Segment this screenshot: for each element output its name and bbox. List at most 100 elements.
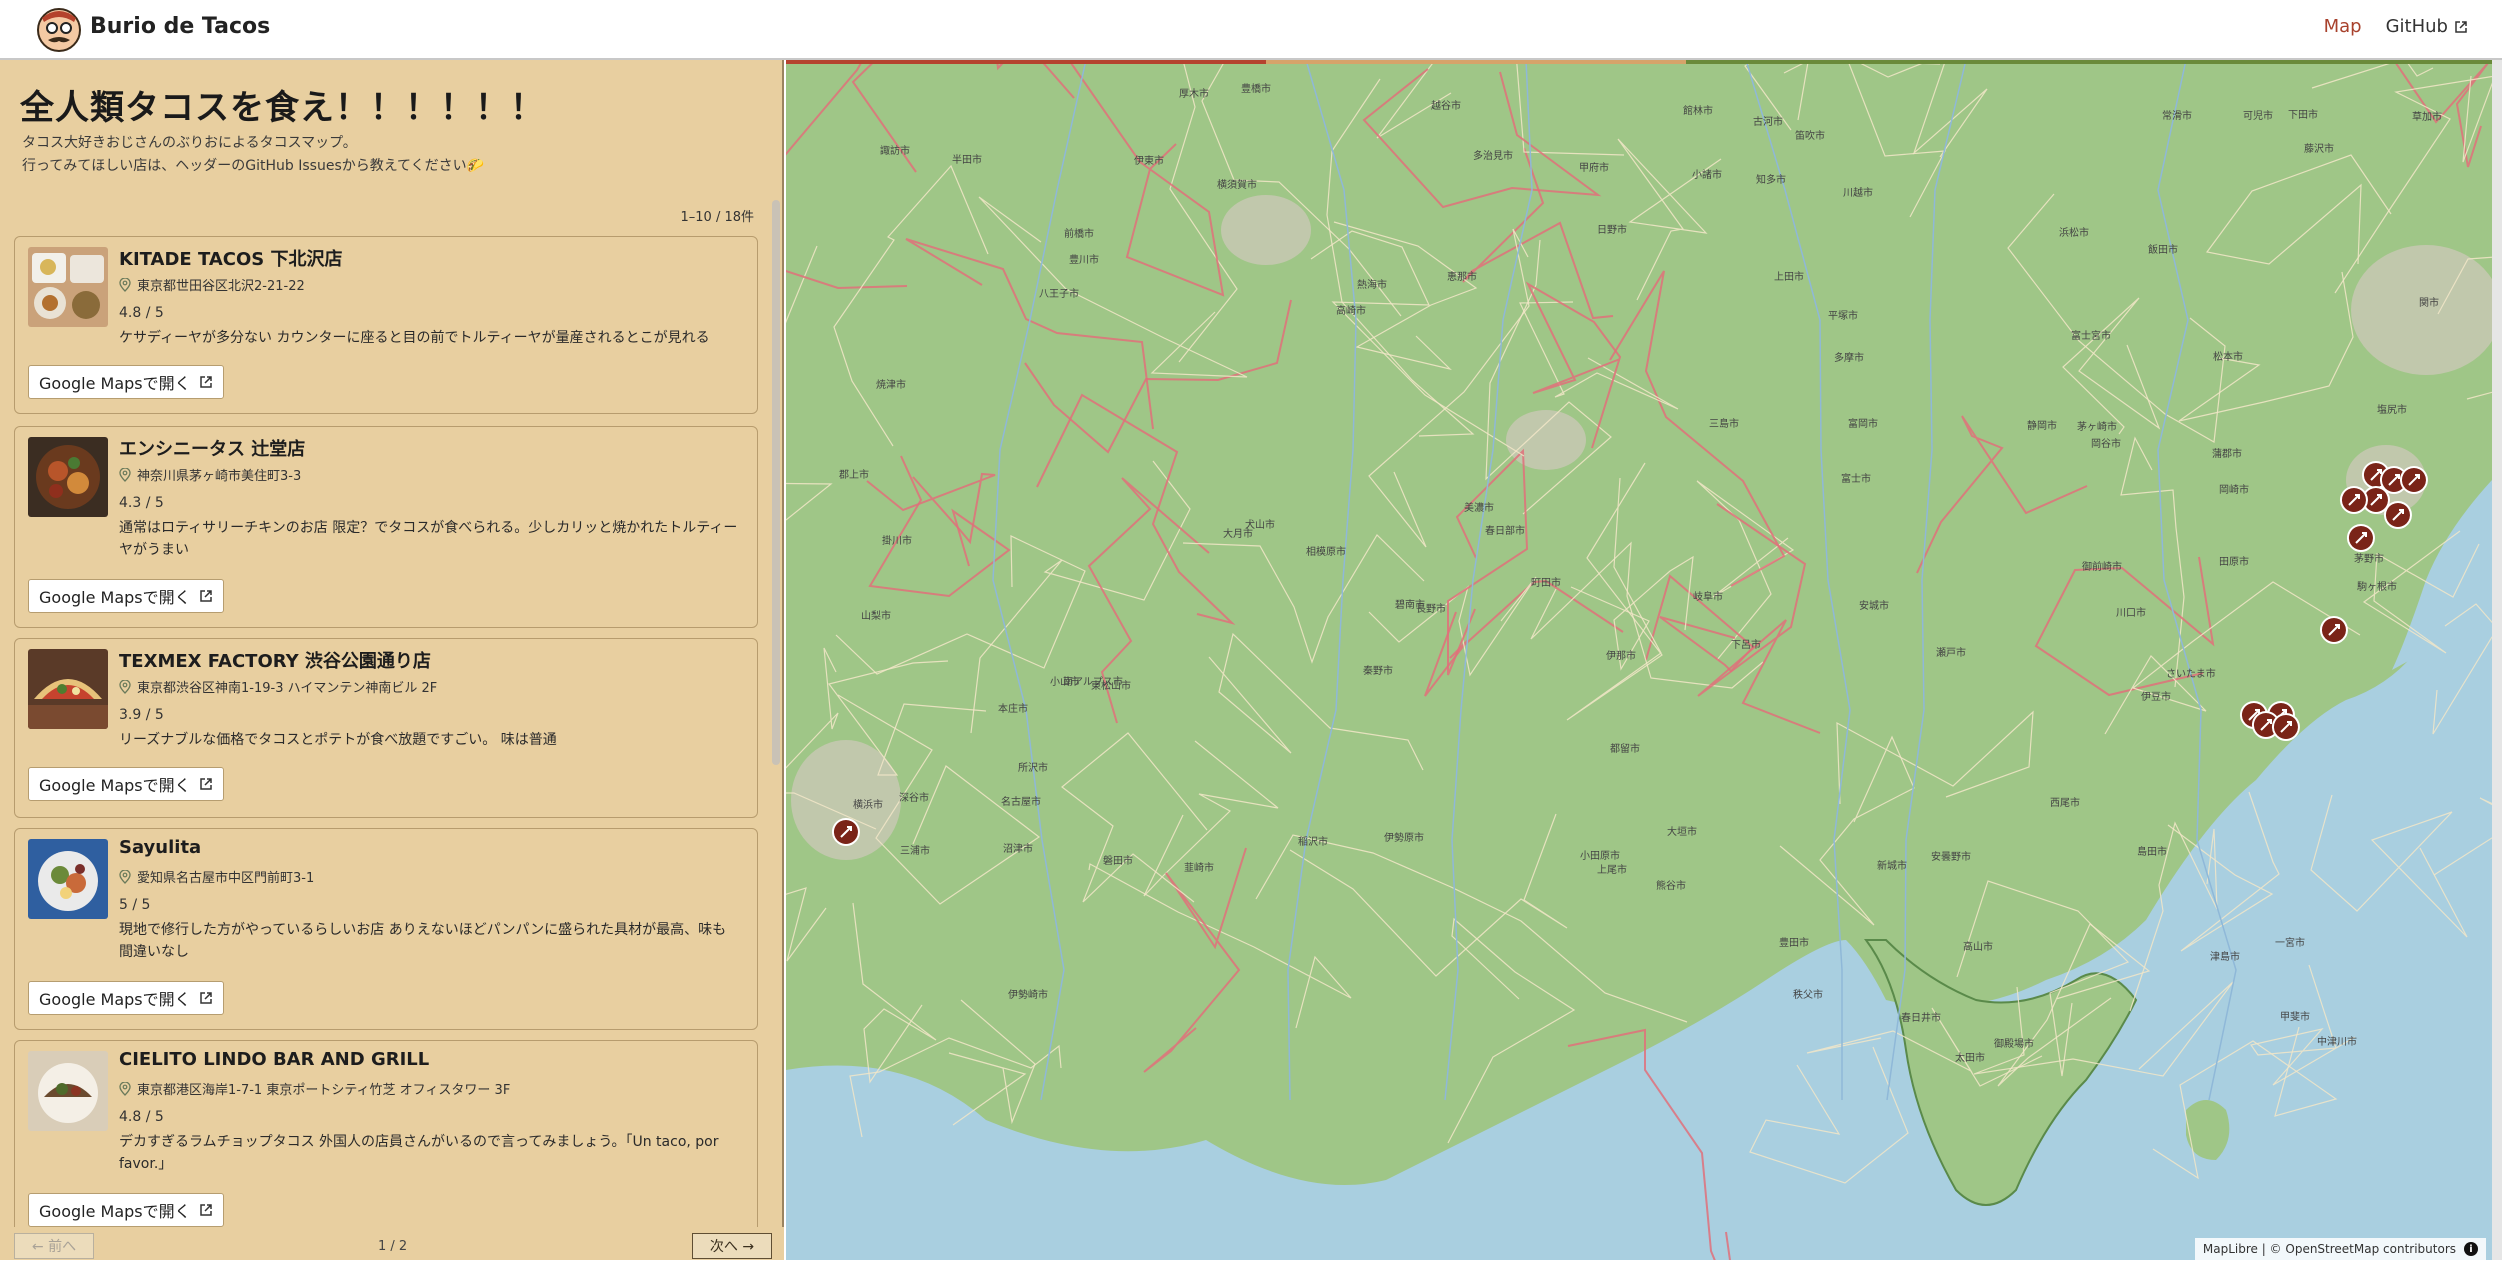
shop-list[interactable]: KITADE TACOS 下北沢店 東京都世田谷区北沢2-21-22 4.8 /… [14,236,758,1280]
external-link-icon [2455,20,2467,33]
city-label: 伊勢崎市 [1008,988,1048,1001]
city-label: 深谷市 [899,791,929,804]
external-link-icon [199,778,212,790]
taco-shop-marker[interactable] [831,818,860,846]
shop-card[interactable]: TEXMEX FACTORY 渋谷公園通り店 東京都渋谷区神南1-19-3 ハイ… [14,638,758,818]
shop-card[interactable]: エンシニータス 辻堂店 神奈川県茅ヶ崎市美住町3-3 4.3 / 5 通常はロテ… [14,426,758,628]
city-label: 韮崎市 [1184,861,1214,874]
taco-shop-marker[interactable] [2346,524,2375,552]
city-label: 三浦市 [900,844,930,857]
city-label: 春日部市 [1485,524,1525,537]
city-label: 厚木市 [1179,87,1209,100]
city-label: 多治見市 [1473,149,1513,162]
hero-desc-line2: 行ってみてほしい店は、ヘッダーのGitHub Issuesから教えてください🌮 [22,158,485,174]
city-label: 津島市 [2210,950,2240,963]
city-label: 静岡市 [2027,419,2057,432]
shop-address: 愛知県名古屋市中区門前町3-1 [119,867,314,886]
pagination: ← 前へ 1 / 2 次へ → [0,1227,784,1260]
open-google-maps-label: Google Mapsで開く [39,776,191,795]
shop-photo [28,1051,108,1131]
city-label: 南アルプス市 [1063,675,1123,688]
city-label: 川越市 [1843,186,1873,199]
city-label: 茅ヶ崎市 [2077,420,2117,433]
map-attribution: MapLibre | © OpenStreetMap contributors … [2194,1238,2486,1260]
info-icon[interactable]: i [2464,1242,2478,1256]
open-google-maps-button[interactable]: Google Mapsで開く [28,365,224,399]
city-label: 熱海市 [1357,278,1387,291]
city-label: 草加市 [2412,110,2442,123]
city-label: 可児市 [2243,109,2273,122]
shop-address: 東京都世田谷区北沢2-21-22 [119,275,305,294]
open-google-maps-button[interactable]: Google Mapsで開く [28,1193,224,1227]
map-attribution-text[interactable]: MapLibre | © OpenStreetMap contributors [2203,1242,2456,1256]
shop-name[interactable]: TEXMEX FACTORY 渋谷公園通り店 [119,647,431,673]
city-label: 知多市 [1756,173,1786,186]
next-page-button[interactable]: 次へ → [692,1233,772,1259]
map-canvas[interactable]: 安曇野市松本市長野市上田市小諸市富岡市前橋市高崎市伊勢崎市太田市館林市小山市古河… [786,60,2492,1260]
list-scrollbar-thumb[interactable] [772,200,780,765]
city-label: 相模原市 [1306,545,1346,558]
map-pin-icon [119,679,131,694]
city-label: 町田市 [1531,576,1561,589]
nav-github-link[interactable]: GitHub [2386,16,2468,37]
shop-rating: 4.3 / 5 [119,495,164,511]
map-pin-icon [119,1081,131,1096]
open-google-maps-label: Google Mapsで開く [39,374,191,393]
city-label: 名古屋市 [1001,795,1041,808]
map-view[interactable]: 安曇野市 松本市 長野市 上田市 小諸市 富岡市 前橋市 高崎市 伊勢崎市 太田市 館林市 小山市 古河… [786,60,2492,1260]
city-label: さいたま市 [2166,667,2216,680]
city-label: 塩尻市 [2377,403,2407,416]
shop-rating: 4.8 / 5 [119,305,164,321]
map-pin-icon [119,467,131,482]
open-google-maps-button[interactable]: Google Mapsで開く [28,767,224,801]
shop-comment: 現地で修行した方がやっているらしいお店 ありえないほどパンパンに盛られた具材が最… [119,922,727,960]
city-label: 安曇野市 [1931,850,1971,863]
shop-name[interactable]: KITADE TACOS 下北沢店 [119,245,343,271]
shop-name[interactable]: CIELITO LINDO BAR AND GRILL [119,1049,429,1070]
city-label: 川口市 [2116,606,2146,619]
hero-description: タコス大好きおじさんのぶりおによるタコスマップ。 行ってみてほしい店は、ヘッダー… [22,132,484,178]
taco-shop-marker[interactable] [2319,616,2348,644]
logo-icon[interactable] [34,4,84,54]
app-title[interactable]: Burio de Tacos [90,14,270,39]
city-label: 恵那市 [1447,270,1477,283]
boundary-stripe [1266,60,1686,64]
urban-area [1506,410,1586,470]
city-label: 所沢市 [1018,761,1048,774]
open-google-maps-button[interactable]: Google Mapsで開く [28,981,224,1015]
city-label: 春日井市 [1901,1011,1941,1024]
city-label: 島田市 [2137,845,2167,858]
shop-address-text: 東京都世田谷区北沢2-21-22 [137,279,305,294]
city-label: 八王子市 [1039,287,1079,300]
city-label: 蒲郡市 [2212,447,2242,460]
boundary-stripe [1686,60,2492,64]
shop-name[interactable]: Sayulita [119,837,201,858]
city-label: 熊谷市 [1656,879,1686,892]
shop-address: 東京都渋谷区神南1-19-3 ハイマンテン神南ビル 2F [119,677,437,696]
hero-desc-line1: タコス大好きおじさんのぶりおによるタコスマップ。 [22,135,357,151]
city-label: 平塚市 [1828,309,1858,322]
taco-shop-marker[interactable] [2399,466,2428,494]
city-label: 前橋市 [1064,227,1094,240]
city-label: 笛吹市 [1795,129,1825,142]
city-label: 多摩市 [1834,351,1864,364]
prev-page-button[interactable]: ← 前へ [14,1233,94,1259]
shop-card[interactable]: Sayulita 愛知県名古屋市中区門前町3-1 5 / 5 現地で修行した方が… [14,828,758,1030]
taco-shop-marker[interactable] [2339,486,2368,514]
city-label: 上尾市 [1597,863,1627,876]
taco-shop-marker[interactable] [2271,713,2300,741]
city-label: 岡谷市 [2091,437,2121,450]
shop-address-text: 神奈川県茅ヶ崎市美住町3-3 [137,469,302,484]
shop-card[interactable]: KITADE TACOS 下北沢店 東京都世田谷区北沢2-21-22 4.8 /… [14,236,758,414]
city-label: 田原市 [2219,555,2249,568]
shop-name[interactable]: エンシニータス 辻堂店 [119,435,305,461]
city-label: 豊田市 [1779,936,1809,949]
city-label: 常滑市 [2162,109,2192,122]
nav-map-link[interactable]: Map [2324,16,2362,37]
map-pin-icon [119,869,131,884]
city-label: 都留市 [1610,742,1640,755]
open-google-maps-label: Google Mapsで開く [39,990,191,1009]
open-google-maps-button[interactable]: Google Mapsで開く [28,579,224,613]
taco-shop-marker[interactable] [2383,501,2412,529]
result-count: 1–10 / 18件 [680,210,755,225]
